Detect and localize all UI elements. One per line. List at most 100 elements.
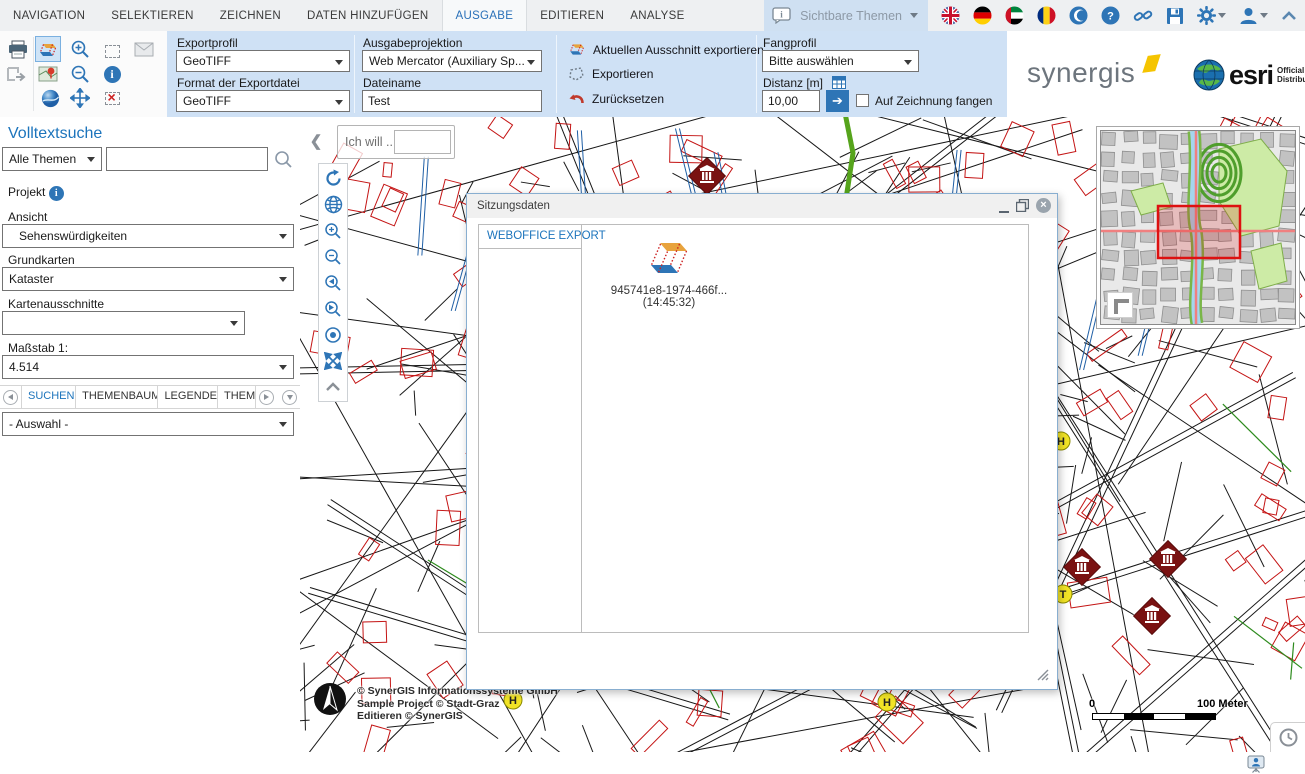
user-icon — [1239, 6, 1258, 25]
pan-tool[interactable] — [68, 86, 92, 110]
link-icon[interactable] — [1133, 7, 1153, 25]
distanz-input[interactable] — [762, 90, 820, 112]
export-map-tool[interactable] — [36, 37, 60, 61]
reset-button[interactable]: Zurücksetzen — [568, 91, 664, 106]
format-select[interactable]: GeoTIFF — [176, 90, 350, 112]
divider — [354, 35, 355, 113]
export-file-item[interactable]: 945741e8-1974-466f... (14:45:32) — [599, 239, 739, 309]
synergis-logo: synergis — [1027, 57, 1135, 89]
fulltext-search-input[interactable] — [106, 147, 268, 171]
export-button[interactable]: Exportieren — [568, 66, 653, 82]
visible-themes-dropdown[interactable]: i Sichtbare Themen — [764, 0, 928, 31]
export-package-icon — [648, 239, 690, 279]
language-flag-en-icon[interactable] — [941, 6, 960, 25]
sidebar-collapse-button[interactable]: ❮ — [302, 128, 330, 154]
menu-tab-zeichnen[interactable]: ZEICHNEN — [207, 0, 294, 31]
dialog-tab-column: WEBOFFICE EXPORT — [479, 225, 582, 632]
menu-tab-selektieren[interactable]: SELEKTIEREN — [98, 0, 207, 31]
menu-tab-ausgabe[interactable]: AUSGABE — [442, 0, 528, 31]
language-flag-de-icon[interactable] — [973, 6, 992, 25]
fangprofil-select[interactable]: Bitte auswählen — [762, 50, 919, 72]
close-icon[interactable]: × — [1036, 198, 1051, 213]
menu-tab-navigation[interactable]: NAVIGATION — [0, 0, 98, 31]
ansicht-select[interactable]: Sehenswürdigkeiten — [2, 224, 294, 248]
svg-text:T: T — [1060, 589, 1067, 601]
next-extent-icon[interactable] — [321, 297, 345, 320]
fangprofil-label: Fangprofil — [763, 36, 816, 50]
time-slider-button[interactable] — [1270, 722, 1305, 752]
projection-select[interactable]: Web Mercator (Auxiliary Sp... — [362, 50, 542, 72]
full-extent-icon[interactable] — [321, 349, 345, 372]
user-session-icon[interactable] — [1247, 755, 1265, 773]
menu-tab-editieren[interactable]: EDITIEREN — [527, 0, 617, 31]
language-flag-ae-icon[interactable] — [1005, 6, 1024, 25]
zoom-out-icon[interactable] — [321, 245, 345, 268]
refresh-icon[interactable] — [321, 167, 345, 190]
restore-icon[interactable] — [1016, 199, 1029, 212]
visible-themes-label: Sichtbare Themen — [800, 9, 902, 23]
ich-will-input[interactable] — [394, 130, 451, 154]
crescent-icon[interactable] — [1069, 6, 1088, 25]
kartenausschnitte-label: Kartenausschnitte — [8, 297, 104, 311]
language-flag-ro-icon[interactable] — [1037, 6, 1056, 25]
bottom-strip — [0, 752, 1305, 774]
ribbon: i Exportprofil GeoTIFF Format der Export… — [0, 31, 1305, 117]
massstab-select[interactable]: 4.514 — [2, 355, 294, 379]
search-icon[interactable] — [274, 150, 293, 169]
apply-distance-button[interactable]: ➔ — [826, 90, 849, 112]
toolbar-collapse-icon[interactable] — [321, 375, 345, 398]
calculator-grid-icon[interactable] — [832, 76, 846, 89]
menu-tab-daten-hinzufuegen[interactable]: DATEN HINZUFÜGEN — [294, 0, 442, 31]
settings-menu[interactable] — [1197, 6, 1226, 25]
zoom-in-icon[interactable] — [321, 219, 345, 242]
tab-themen-truncated[interactable]: THEM — [218, 385, 256, 409]
minimize-icon[interactable] — [999, 199, 1009, 213]
scalebar — [1092, 713, 1216, 720]
dialog-resize-handle[interactable] — [1036, 668, 1049, 681]
auswahl-select[interactable]: - Auswahl - — [2, 412, 294, 436]
map-pin-tool[interactable] — [36, 62, 60, 86]
menu-tab-analyse[interactable]: ANALYSE — [617, 0, 697, 31]
zoom-in-tool[interactable] — [68, 37, 92, 61]
sitzungsdaten-dialog: Sitzungsdaten × WEBOFFICE EXPORT 945741e… — [466, 193, 1058, 690]
filename-input[interactable] — [362, 90, 542, 112]
print-button[interactable] — [6, 37, 30, 61]
tab-weboffice-export[interactable]: WEBOFFICE EXPORT — [479, 225, 581, 249]
theme-filter-select[interactable]: Alle Themen — [2, 147, 102, 171]
globe-extent-icon[interactable] — [321, 193, 345, 216]
overview-collapse-icon[interactable] — [1107, 292, 1133, 318]
collapse-chevron-icon[interactable] — [1281, 11, 1297, 21]
zoom-out-tool[interactable] — [68, 62, 92, 86]
sidebar: Volltextsuche Alle Themen Projekt i Ansi… — [0, 117, 300, 752]
ich-will-label: Ich will ... — [345, 135, 396, 149]
ich-will-widget[interactable]: Ich will ... — [337, 125, 455, 159]
tab-suchen[interactable]: SUCHEN — [21, 385, 76, 409]
user-menu[interactable] — [1239, 6, 1268, 25]
kartenausschnitte-select[interactable] — [2, 311, 245, 335]
tab-themenbaum[interactable]: THEMENBAUM — [76, 385, 158, 409]
identify-info-tool[interactable]: i — [100, 62, 124, 86]
snap-to-drawing-checkbox[interactable] — [856, 94, 869, 107]
map-toolbar — [318, 163, 348, 402]
project-info-icon[interactable]: i — [49, 186, 64, 201]
exportprofil-select[interactable]: GeoTIFF — [176, 50, 350, 72]
default-extent-icon[interactable] — [321, 323, 345, 346]
scalebar-label: 100 Meter — [1197, 698, 1248, 710]
clear-selection-tool[interactable] — [100, 86, 124, 110]
overview-map[interactable] — [1096, 126, 1300, 329]
tabs-scroll-right-icon[interactable] — [259, 390, 274, 405]
weboffice-app: NAVIGATION SELEKTIEREN ZEICHNEN DATEN HI… — [0, 0, 1305, 774]
tab-legende[interactable]: LEGENDE — [158, 385, 218, 409]
export-current-extent-button[interactable]: Aktuellen Ausschnitt exportieren — [568, 41, 764, 58]
grundkarten-select[interactable]: Kataster — [2, 267, 294, 291]
dialog-titlebar[interactable]: Sitzungsdaten × — [467, 194, 1057, 218]
globe-sphere-tool[interactable] — [38, 86, 62, 110]
save-icon[interactable] — [1166, 7, 1184, 25]
tabs-list-icon[interactable] — [282, 390, 297, 405]
previous-extent-icon[interactable] — [321, 271, 345, 294]
chevron-down-icon — [910, 13, 918, 18]
help-icon[interactable]: ? — [1101, 6, 1120, 25]
menu-bar: NAVIGATION SELEKTIEREN ZEICHNEN DATEN HI… — [0, 0, 1305, 31]
marquee-select-tool[interactable] — [100, 39, 124, 63]
tabs-scroll-left-icon[interactable] — [3, 390, 18, 405]
